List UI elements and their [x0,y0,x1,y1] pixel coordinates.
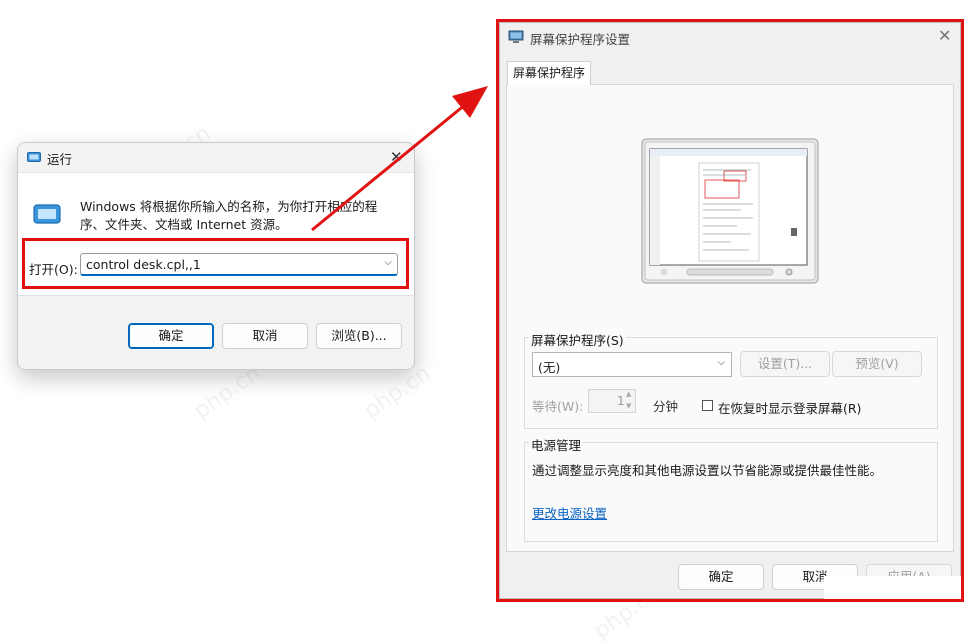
arrow-annotation [311,86,488,232]
arrow-shaft [311,102,467,232]
arrow-head [452,86,488,118]
tab-screensaver[interactable]: 屏幕保护程序 [507,61,591,85]
